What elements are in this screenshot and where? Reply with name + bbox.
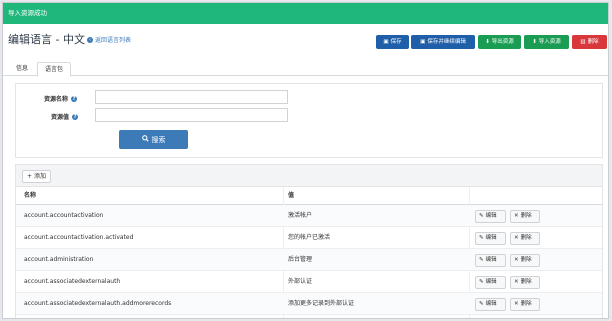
grid-toolbar: + 添加 <box>16 165 602 187</box>
edit-button-label: 编辑 <box>485 235 497 241</box>
resource-name-label-text: 资源名称 <box>44 96 69 103</box>
resource-value-cell: 外部认证 <box>288 278 313 285</box>
delete-row-button[interactable]: ✕ 删除 <box>510 254 540 267</box>
success-notification[interactable]: 导入资源成功 <box>3 3 608 24</box>
tab-info[interactable]: 信息 <box>11 62 33 77</box>
resource-name-cell: account.accountactivation.activated <box>24 234 134 241</box>
delete-row-button[interactable]: ✕ 删除 <box>510 276 540 289</box>
save-continue-button[interactable]: ▣ 保存并继续编辑 <box>411 35 475 49</box>
delete-button-label: 删除 <box>520 235 532 241</box>
edit-button-label: 编辑 <box>485 279 497 285</box>
search-panel: 资源名称 ? 资源值 ? 搜索 <box>15 83 603 158</box>
edit-row-button[interactable]: ✎ 编辑 <box>475 276 506 289</box>
page-frame: 导入资源成功 编辑语言 - 中文 ‹ 返回语言列表 ▣ 保存 ▣ 保存并继续编辑… <box>2 2 609 319</box>
download-icon: ⬇ <box>485 39 490 45</box>
table-row: account.accountactivation.activated 您的帐户已… <box>16 227 602 249</box>
table-row: account.associatedexternalauth.addmorere… <box>16 293 602 315</box>
edit-button-label: 编辑 <box>485 257 497 263</box>
page-title: 编辑语言 - 中文 <box>8 33 85 46</box>
resource-value-cell: 激活帐户 <box>288 212 313 219</box>
edit-row-button[interactable]: ✎ 编辑 <box>475 254 506 267</box>
pencil-icon: ✎ <box>479 257 484 263</box>
search-icon <box>141 135 149 144</box>
column-header-value[interactable]: 值 <box>288 187 294 205</box>
back-link-label: 返回语言列表 <box>95 37 132 44</box>
save-continue-button-label: 保存并继续编辑 <box>427 39 466 45</box>
tab-bar: 信息 语言包 <box>3 61 608 77</box>
edit-row-button[interactable]: ✎ 编辑 <box>475 232 506 245</box>
table-row: account.associatedexternalauth 外部认证 ✎ 编辑 ✕ 删除 <box>16 271 602 293</box>
add-resource-button[interactable]: + 添加 <box>22 170 51 183</box>
column-header-name[interactable]: 名称 <box>24 187 36 205</box>
resources-grid: + 添加 名称 值 account.accountactivation 激活帐户 ✎… <box>15 164 603 318</box>
edit-row-button[interactable]: ✎ 编辑 <box>475 298 506 311</box>
back-to-language-list-link[interactable]: ‹ 返回语言列表 <box>87 35 131 44</box>
circle-arrow-left-icon: ‹ <box>87 36 93 43</box>
resource-value-label-text: 资源值 <box>51 114 70 121</box>
page-header: 编辑语言 - 中文 ‹ 返回语言列表 ▣ 保存 ▣ 保存并继续编辑 ⬇ 导出资源… <box>3 27 608 55</box>
pencil-icon: ✎ <box>479 235 484 241</box>
close-icon: ✕ <box>514 279 519 285</box>
delete-row-button[interactable]: ✕ 删除 <box>510 298 540 311</box>
save-button-label: 保存 <box>390 39 402 45</box>
search-button[interactable]: 搜索 <box>119 130 188 149</box>
import-resources-button[interactable]: ⬆ 导入资源 <box>524 35 569 49</box>
edit-button-label: 编辑 <box>485 213 497 219</box>
resource-name-cell: account.accountactivation <box>24 212 104 219</box>
resource-value-cell: 您的帐户已激活 <box>288 234 331 241</box>
delete-language-button[interactable]: ▥ 删除 <box>572 35 607 49</box>
floppy-disk-icon: ▣ <box>420 39 426 45</box>
plus-icon: + <box>27 173 33 180</box>
resource-value-cell: 后台管理 <box>288 256 313 263</box>
export-resources-button[interactable]: ⬇ 导出资源 <box>478 35 521 49</box>
resource-value-label: 资源值 ? <box>51 112 79 121</box>
resource-name-input[interactable] <box>95 90 288 104</box>
close-icon: ✕ <box>514 301 519 307</box>
search-button-label: 搜索 <box>151 135 166 144</box>
pencil-icon: ✎ <box>479 279 484 285</box>
delete-button-label: 删除 <box>520 301 532 307</box>
tab-resources[interactable]: 语言包 <box>37 62 71 77</box>
table-row: account.administration 后台管理 ✎ 编辑 ✕ 删除 <box>16 249 602 271</box>
pencil-icon: ✎ <box>479 301 484 307</box>
pencil-icon: ✎ <box>479 213 484 219</box>
resource-value-input[interactable] <box>95 108 288 122</box>
resource-name-cell: account.associatedexternalauth.addmorere… <box>24 300 172 307</box>
delete-button-label: 删除 <box>520 257 532 263</box>
upload-icon: ⬆ <box>532 39 537 45</box>
add-button-label: 添加 <box>33 173 46 180</box>
floppy-disk-icon: ▣ <box>383 39 389 45</box>
edit-row-button[interactable]: ✎ 编辑 <box>475 210 506 223</box>
delete-button-label: 删除 <box>520 213 532 219</box>
delete-button-label: 删除 <box>587 39 599 45</box>
resource-name-cell: account.associatedexternalauth <box>24 278 121 285</box>
resource-value-cell: 添加更多记录到外部认证 <box>288 300 355 307</box>
export-button-label: 导出资源 <box>491 39 514 45</box>
close-icon: ✕ <box>514 257 519 263</box>
delete-row-button[interactable]: ✕ 删除 <box>510 210 540 223</box>
close-icon: ✕ <box>514 235 519 241</box>
trash-icon: ▥ <box>580 39 586 45</box>
save-button[interactable]: ▣ 保存 <box>376 35 409 49</box>
grid-header: 名称 值 <box>16 187 602 205</box>
delete-row-button[interactable]: ✕ 删除 <box>510 232 540 245</box>
resource-name-cell: account.administration <box>24 256 94 263</box>
edit-button-label: 编辑 <box>485 301 497 307</box>
close-icon: ✕ <box>514 213 519 219</box>
help-icon[interactable]: ? <box>71 95 78 102</box>
table-row: account.accountactivation 激活帐户 ✎ 编辑 ✕ 删除 <box>16 205 602 227</box>
help-icon[interactable]: ? <box>72 113 79 120</box>
delete-button-label: 删除 <box>520 279 532 285</box>
import-button-label: 导入资源 <box>538 39 561 45</box>
resource-name-label: 资源名称 ? <box>44 94 78 103</box>
